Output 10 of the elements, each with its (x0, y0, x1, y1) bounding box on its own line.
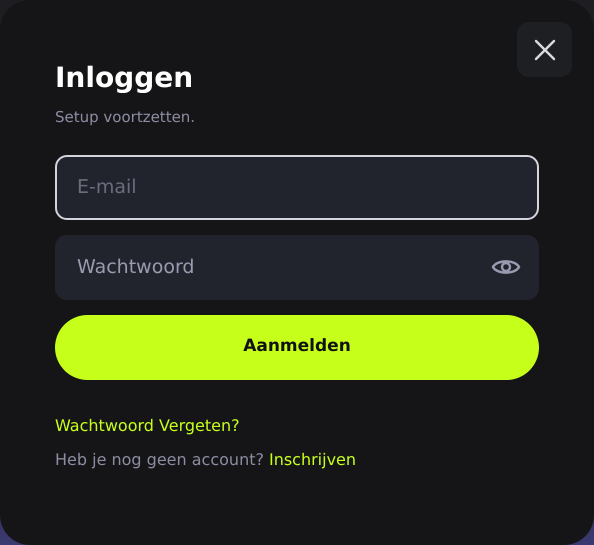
dialog-title: Inloggen (55, 60, 194, 96)
dialog-subtitle: Setup voortzetten. (55, 107, 196, 128)
signup-prompt: Heb je nog geen account? (55, 448, 264, 470)
close-icon (532, 38, 556, 62)
forgot-password-link[interactable]: Wachtwoord Vergeten? (55, 414, 240, 438)
password-field[interactable]: Wachtwoord (55, 234, 539, 300)
email-field[interactable]: E-mail (55, 154, 539, 220)
signup-link[interactable]: Inschrijven (268, 448, 356, 472)
login-button[interactable]: Aanmelden (55, 314, 539, 380)
close-button[interactable] (517, 22, 572, 77)
